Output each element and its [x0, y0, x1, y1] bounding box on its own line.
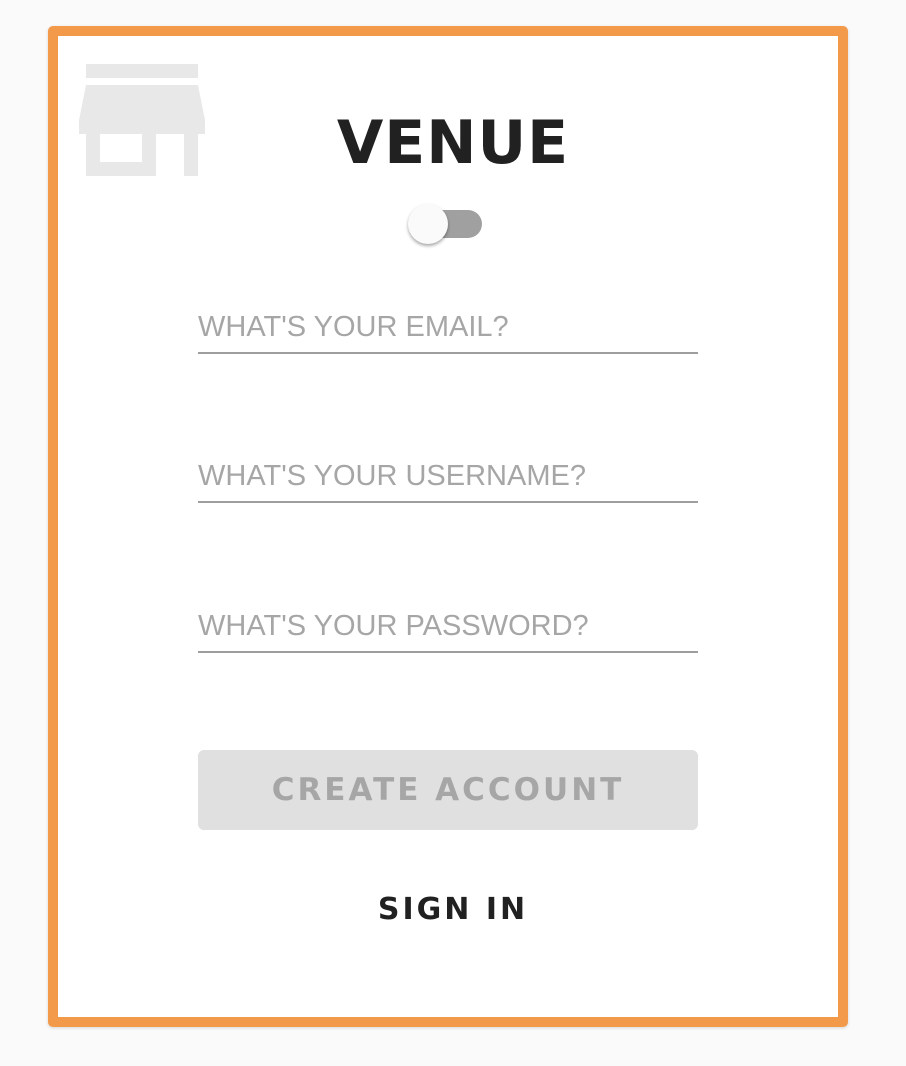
create-account-button[interactable]: CREATE ACCOUNT: [198, 750, 698, 830]
password-input[interactable]: [198, 601, 698, 653]
app-title: VENUE: [336, 108, 570, 178]
username-input[interactable]: [198, 451, 698, 503]
toggle-thumb: [408, 204, 448, 244]
mode-toggle[interactable]: [408, 202, 484, 244]
sign-in-link[interactable]: SIGN IN: [0, 892, 906, 927]
email-input[interactable]: [198, 302, 698, 354]
